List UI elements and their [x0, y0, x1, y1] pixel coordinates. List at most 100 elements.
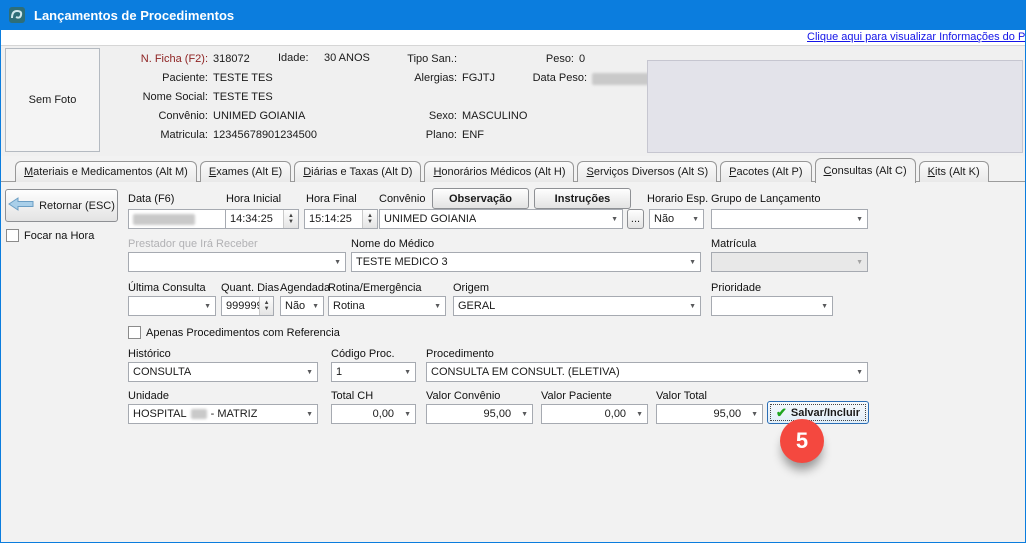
quant-dias-spinner[interactable]: 999999 ▲ ▼	[221, 296, 274, 316]
tab-diarias-taxas[interactable]: Diárias e Taxas (Alt D)	[294, 161, 421, 182]
check-icon: ✔	[776, 405, 787, 421]
ficha-label: N. Ficha (F2):	[91, 53, 208, 65]
rotina-emergencia-combobox[interactable]: Rotina ▼	[328, 296, 446, 316]
peso-label: Peso:	[521, 53, 574, 65]
dropdown-icon: ▼	[330, 259, 341, 266]
unidade-redacted-part	[191, 409, 207, 419]
unidade-combobox[interactable]: HOSPITAL - MATRIZ ▼	[128, 404, 318, 424]
convenio-ellipsis-button[interactable]: ...	[627, 209, 644, 229]
patient-band: Sem Foto N. Ficha (F2): 318072 Idade: 30…	[1, 45, 1026, 156]
data-redacted-value	[133, 214, 195, 225]
tab-honorarios-medicos[interactable]: Honorários Médicos (Alt H)	[424, 161, 574, 182]
convenio-label: Convênio:	[91, 110, 208, 122]
procedimento-label: Procedimento	[426, 348, 494, 360]
spin-down-icon[interactable]: ▼	[367, 219, 373, 225]
alergias-label: Alergias:	[381, 72, 457, 84]
origem-label: Origem	[453, 282, 489, 294]
codigo-proc-combobox[interactable]: 1 ▼	[331, 362, 416, 382]
dropdown-icon: ▼	[430, 303, 441, 310]
app-window: Lançamentos de Procedimentos Clique aqui…	[0, 0, 1026, 543]
spin-down-icon[interactable]: ▼	[288, 219, 294, 225]
matricula-value: 12345678901234500	[213, 129, 317, 141]
grupo-lancamento-combobox[interactable]: ▼	[711, 209, 868, 229]
idade-label: Idade:	[278, 52, 309, 64]
apenas-referencia-label: Apenas Procedimentos com Referencia	[146, 327, 340, 339]
tab-kits[interactable]: Kits (Alt K)	[919, 161, 989, 182]
data-combobox[interactable]: ▼	[128, 209, 236, 229]
total-ch-field[interactable]: 0,00 ▼	[331, 404, 416, 424]
spinner-buttons[interactable]: ▲ ▼	[362, 210, 377, 228]
instrucoes-button[interactable]: Instruções	[534, 188, 631, 209]
paciente-value: TESTE TES	[213, 72, 273, 84]
apenas-referencia-checkbox[interactable]	[128, 326, 141, 339]
tab-servicos-diversos[interactable]: Serviços Diversos (Alt S)	[577, 161, 717, 182]
retornar-button[interactable]: Retornar (ESC)	[5, 189, 118, 222]
observacao-button[interactable]: Observação	[432, 188, 529, 209]
tipo-san-label: Tipo San.:	[381, 53, 457, 65]
dropdown-icon: ▼	[852, 369, 863, 376]
valor-paciente-label: Valor Paciente	[541, 390, 612, 402]
dropdown-icon: ▼	[517, 411, 528, 418]
dropdown-icon: ▼	[747, 411, 758, 418]
prioridade-combobox[interactable]: ▼	[711, 296, 833, 316]
valor-total-field[interactable]: 95,00 ▼	[656, 404, 763, 424]
historico-combobox[interactable]: CONSULTA ▼	[128, 362, 318, 382]
plano-value: ENF	[462, 129, 484, 141]
hora-final-spinner[interactable]: 15:14:25 ▲ ▼	[304, 209, 378, 229]
hora-inicial-spinner[interactable]: 14:34:25 ▲ ▼	[225, 209, 299, 229]
dropdown-icon: ▼	[852, 259, 863, 266]
focar-na-hora-checkbox[interactable]	[6, 229, 19, 242]
nome-medico-combobox[interactable]: TESTE MEDICO 3 ▼	[351, 252, 701, 272]
window-title: Lançamentos de Procedimentos	[34, 8, 234, 23]
dropdown-icon: ▼	[685, 303, 696, 310]
salvar-incluir-button[interactable]: ✔ Salvar/Incluir	[767, 401, 869, 424]
dropdown-icon: ▼	[607, 216, 618, 223]
unidade-label: Unidade	[128, 390, 169, 402]
rotina-emergencia-label: Rotina/Emergência	[328, 282, 422, 294]
dropdown-icon: ▼	[632, 411, 643, 418]
ultima-consulta-combobox[interactable]: ▼	[128, 296, 216, 316]
origem-combobox[interactable]: GERAL ▼	[453, 296, 701, 316]
ultima-consulta-label: Última Consulta	[128, 282, 206, 294]
titlebar: Lançamentos de Procedimentos	[0, 0, 1026, 30]
agendada-combobox[interactable]: Não ▼	[280, 296, 324, 316]
spinner-buttons[interactable]: ▲ ▼	[259, 297, 273, 315]
hora-final-label: Hora Final	[306, 193, 357, 205]
dropdown-icon: ▼	[400, 369, 411, 376]
procedimento-combobox[interactable]: CONSULTA EM CONSULT. (ELETIVA) ▼	[426, 362, 868, 382]
tab-strip: Materiais e Medicamentos (Alt M) Exames …	[15, 158, 989, 182]
quant-dias-label: Quant. Dias	[221, 282, 279, 294]
tab-pacotes[interactable]: Pacotes (Alt P)	[720, 161, 811, 182]
nome-social-label: Nome Social:	[91, 91, 208, 103]
spin-down-icon[interactable]: ▼	[264, 306, 270, 312]
dropdown-icon: ▼	[308, 303, 319, 310]
dropdown-icon: ▼	[688, 216, 699, 223]
back-arrow-icon	[8, 197, 34, 214]
valor-paciente-field[interactable]: 0,00 ▼	[541, 404, 648, 424]
notes-panel	[647, 60, 1023, 153]
horario-esp-combobox[interactable]: Não ▼	[649, 209, 704, 229]
valor-convenio-field[interactable]: 95,00 ▼	[426, 404, 533, 424]
tab-consultas[interactable]: Consultas (Alt C)	[815, 158, 916, 183]
convenio-value: UNIMED GOIANIA	[213, 110, 305, 122]
dropdown-icon: ▼	[817, 303, 828, 310]
patient-info-link[interactable]: Clique aqui para visualizar Informações …	[807, 31, 1026, 43]
convenio-combobox[interactable]: UNIMED GOIANIA ▼	[379, 209, 623, 229]
idade-value: 30 ANOS	[324, 52, 370, 64]
data-label: Data (F6)	[128, 193, 174, 205]
data-peso-redacted-value	[592, 73, 652, 85]
total-ch-label: Total CH	[331, 390, 373, 402]
plano-label: Plano:	[381, 129, 457, 141]
alergias-value: FGJTJ	[462, 72, 495, 84]
paciente-label: Paciente:	[91, 72, 208, 84]
tab-exames[interactable]: Exames (Alt E)	[200, 161, 291, 182]
hora-inicial-label: Hora Inicial	[226, 193, 281, 205]
dropdown-icon: ▼	[302, 369, 313, 376]
codigo-proc-label: Código Proc.	[331, 348, 395, 360]
tab-materiais-medicamentos[interactable]: Materiais e Medicamentos (Alt M)	[15, 161, 197, 182]
matricula-field-label: Matrícula	[711, 238, 756, 250]
prestador-combobox[interactable]: ▼	[128, 252, 346, 272]
spinner-buttons[interactable]: ▲ ▼	[283, 210, 298, 228]
dropdown-icon: ▼	[200, 303, 211, 310]
valor-convenio-label: Valor Convênio	[426, 390, 500, 402]
